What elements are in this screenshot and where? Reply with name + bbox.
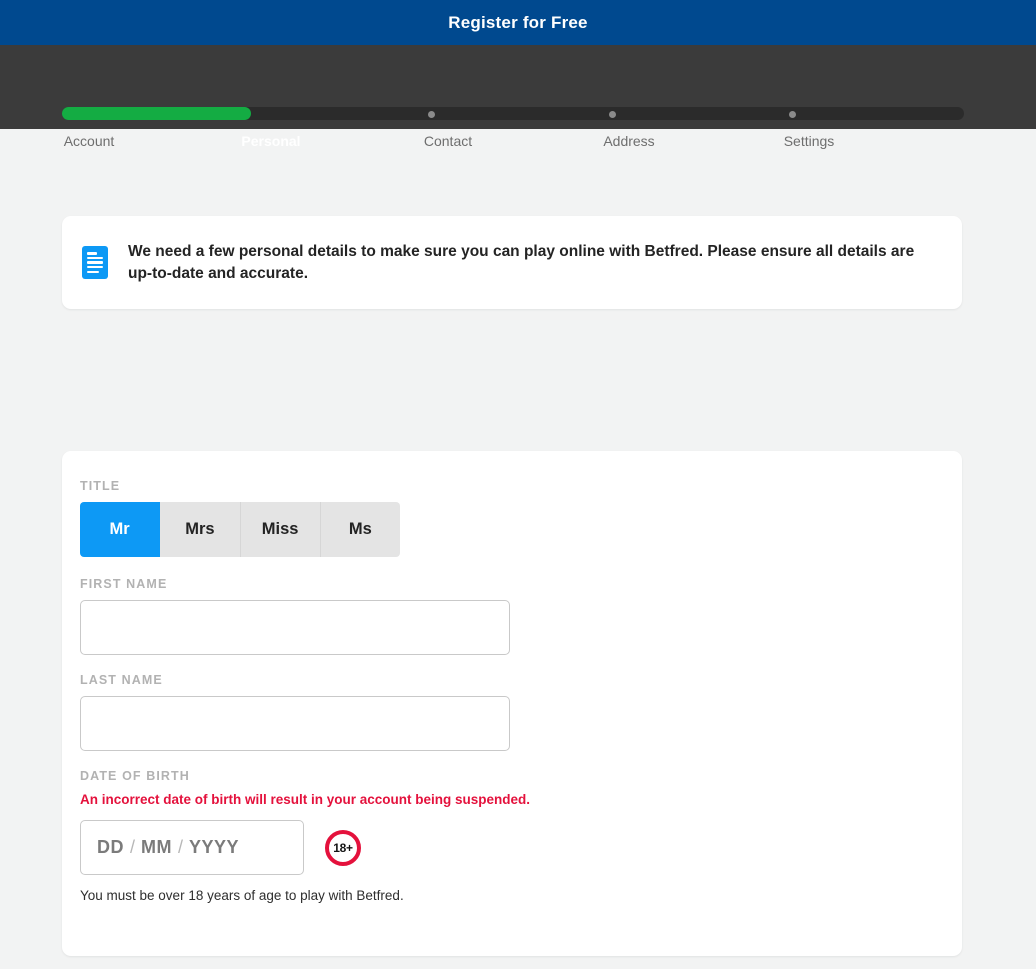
dob-separator-2: / bbox=[178, 837, 184, 857]
title-selector[interactable]: Mr Mrs Miss Ms bbox=[80, 502, 400, 557]
dob-separator-1: / bbox=[130, 837, 136, 857]
personal-details-form: TITLE Mr Mrs Miss Ms FIRST NAME LAST NAM… bbox=[62, 451, 962, 956]
title-option-mr[interactable]: Mr bbox=[80, 502, 161, 557]
info-banner: We need a few personal details to make s… bbox=[62, 216, 962, 309]
first-name-label: FIRST NAME bbox=[80, 577, 168, 591]
date-of-birth-label: DATE OF BIRTH bbox=[80, 769, 190, 783]
date-of-birth-help-text: You must be over 18 years of age to play… bbox=[80, 888, 404, 903]
title-field-label: TITLE bbox=[80, 479, 121, 493]
page-header: Register for Free bbox=[0, 0, 1036, 45]
step-dot-contact bbox=[428, 111, 436, 118]
dob-month-placeholder: MM bbox=[141, 837, 173, 857]
page-body: We need a few personal details to make s… bbox=[0, 129, 1036, 969]
title-option-miss[interactable]: Miss bbox=[240, 502, 321, 557]
date-of-birth-warning: An incorrect date of birth will result i… bbox=[80, 792, 531, 807]
step-dot-address bbox=[608, 111, 616, 118]
progress-track bbox=[62, 107, 964, 120]
dob-year-placeholder: YYYY bbox=[189, 837, 240, 857]
age-18-plus-badge: 18+ bbox=[325, 829, 361, 866]
info-banner-text: We need a few personal details to make s… bbox=[128, 242, 915, 282]
step-dot-settings bbox=[789, 111, 797, 118]
first-name-input[interactable] bbox=[80, 600, 510, 655]
page-title: Register for Free bbox=[448, 12, 588, 32]
date-of-birth-input[interactable]: DD / MM / YYYY bbox=[80, 820, 304, 875]
progress-fill bbox=[62, 107, 252, 120]
document-lines-icon bbox=[82, 246, 108, 279]
title-option-ms[interactable]: Ms bbox=[320, 502, 400, 557]
date-of-birth-row: DD / MM / YYYY 18+ bbox=[80, 820, 962, 875]
last-name-label: LAST NAME bbox=[80, 673, 163, 687]
last-name-input[interactable] bbox=[80, 696, 510, 751]
dob-day-placeholder: DD bbox=[97, 837, 124, 857]
title-option-mrs[interactable]: Mrs bbox=[160, 502, 241, 557]
registration-stepper: Account Personal Contact Address Setting… bbox=[0, 45, 1036, 149]
